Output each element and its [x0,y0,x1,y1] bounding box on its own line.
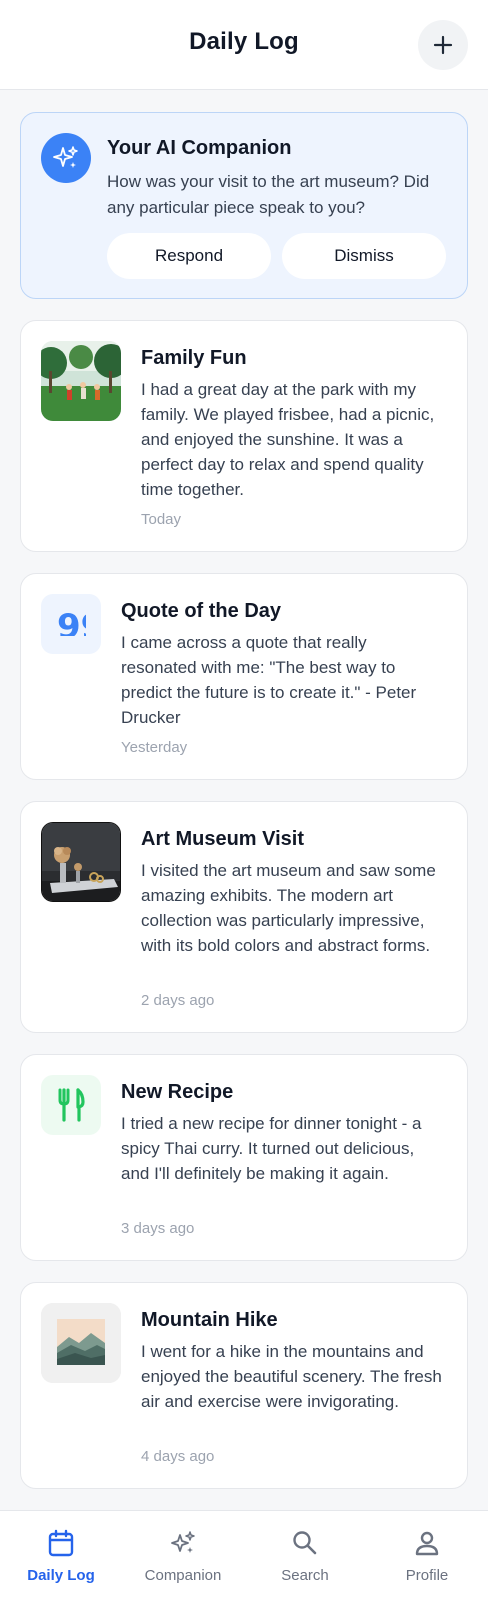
entry-body: I visited the art museum and saw some am… [141,861,436,955]
quote-icon: 99 [57,612,86,636]
log-entry-card[interactable]: New Recipe I tried a new recipe for dinn… [20,1054,468,1261]
calendar-icon [48,1529,74,1557]
tab-label: Companion [144,1567,222,1584]
sparkles-icon [171,1531,195,1553]
app-header: Daily Log [0,0,488,90]
entry-photo-museum [41,822,121,902]
ai-companion-title: Your AI Companion [107,137,292,159]
user-icon [415,1531,439,1556]
tab-daily-log[interactable]: Daily Log [0,1511,122,1600]
entry-title: Mountain Hike [141,1309,278,1331]
recipe-icon-tile [41,1075,101,1135]
log-entry-card[interactable]: Family Fun I had a great day at the park… [20,320,468,552]
ai-companion-card: Your AI Companion How was your visit to … [20,112,468,299]
entry-title: New Recipe [121,1081,234,1103]
entry-title: Art Museum Visit [141,828,304,850]
dismiss-button[interactable]: Dismiss [282,233,446,279]
bottom-tab-bar: Daily Log Companion Search Profile [0,1510,488,1600]
log-entry-card[interactable]: 99 Quote of the Day I came across a quot… [20,573,468,780]
respond-button[interactable]: Respond [107,233,271,279]
sparkles-icon [53,146,78,168]
log-entry-card[interactable]: Art Museum Visit I visited the art museu… [20,801,468,1033]
entry-photo-mountain [41,1303,121,1383]
entry-date: Today [141,511,182,528]
utensils-icon [58,1088,85,1122]
entry-body: I came across a quote that really resona… [121,633,417,727]
svg-text:99: 99 [57,612,86,636]
tab-search[interactable]: Search [244,1511,366,1600]
ai-companion-message: How was your visit to the art museum? Di… [107,172,430,217]
search-icon [293,1531,317,1555]
plus-icon [433,35,453,55]
entry-body: I had a great day at the park with my fa… [141,380,435,499]
entry-title: Quote of the Day [121,600,282,622]
tab-label: Daily Log [27,1567,95,1584]
entry-date: 4 days ago [141,1448,215,1465]
tab-label: Search [281,1567,329,1584]
tab-label: Profile [405,1567,449,1584]
entry-photo-park [41,341,121,421]
entry-date: 2 days ago [141,992,215,1009]
entry-date: Yesterday [121,739,188,756]
ai-avatar [41,133,91,183]
entry-body: I went for a hike in the mountains and e… [141,1342,442,1411]
entry-title: Family Fun [141,347,247,369]
quote-icon-tile: 99 [41,594,101,654]
log-entry-card[interactable]: Mountain Hike I went for a hike in the m… [20,1282,468,1489]
entry-date: 3 days ago [121,1220,195,1237]
page-title: Daily Log [189,28,299,55]
entry-body: I tried a new recipe for dinner tonight … [121,1114,422,1183]
tab-companion[interactable]: Companion [122,1511,244,1600]
add-entry-button[interactable] [418,20,468,70]
tab-profile[interactable]: Profile [366,1511,488,1600]
